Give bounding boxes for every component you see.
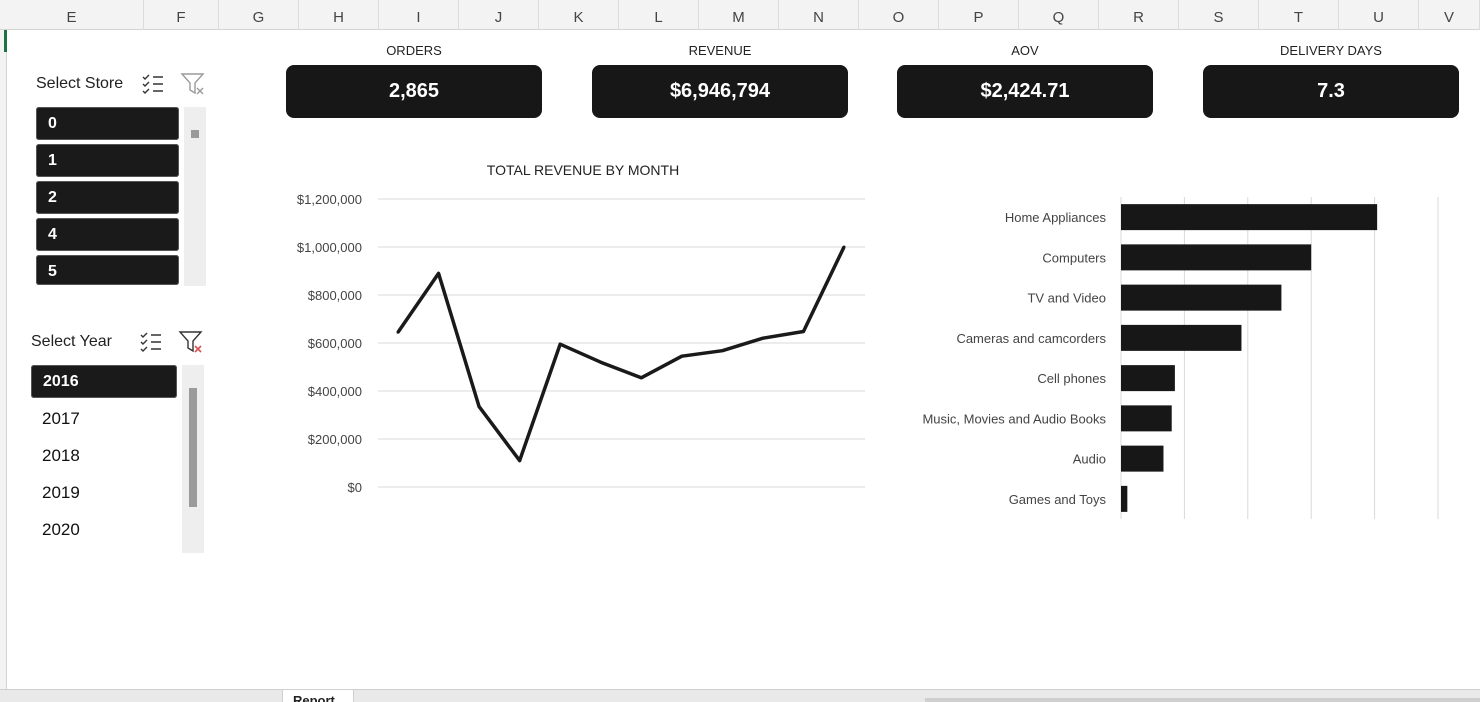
- year-slicer-title: Select Year: [31, 333, 112, 350]
- column-header-row: EFGHIJKLMNOPQRSTUV: [0, 0, 1480, 30]
- column-header-g[interactable]: G: [219, 0, 299, 30]
- category-label: TV and Video: [1027, 291, 1106, 306]
- column-header-j[interactable]: J: [459, 0, 539, 30]
- kpi-label: DELIVERY DAYS: [1280, 43, 1382, 58]
- clear-filter-icon[interactable]: [178, 329, 204, 355]
- column-header-f[interactable]: F: [144, 0, 219, 30]
- store-item[interactable]: 0: [36, 107, 179, 140]
- data-point[interactable]: [801, 329, 805, 333]
- column-header-i[interactable]: I: [379, 0, 459, 30]
- store-slicer-scrollbar[interactable]: [184, 107, 206, 286]
- category-bar[interactable]: [1121, 324, 1242, 351]
- data-point[interactable]: [477, 405, 481, 409]
- y-tick-label: $600,000: [308, 336, 362, 351]
- row-header-strip: [0, 30, 7, 690]
- clear-filter-icon[interactable]: [180, 71, 206, 97]
- horizontal-scrollbar[interactable]: [925, 698, 1480, 702]
- kpi-label: ORDERS: [386, 43, 442, 58]
- column-header-h[interactable]: H: [299, 0, 379, 30]
- category-bar[interactable]: [1121, 204, 1378, 231]
- column-header-e[interactable]: E: [0, 0, 144, 30]
- column-header-o[interactable]: O: [859, 0, 939, 30]
- category-bar[interactable]: [1121, 284, 1282, 311]
- kpi-label: AOV: [1011, 43, 1039, 58]
- year-item-selected[interactable]: 2016: [31, 365, 177, 398]
- sheet-tab-report[interactable]: Report: [282, 690, 354, 702]
- year-item[interactable]: 2020: [31, 513, 177, 546]
- data-point[interactable]: [720, 349, 724, 353]
- column-header-t[interactable]: T: [1259, 0, 1339, 30]
- column-header-u[interactable]: U: [1339, 0, 1419, 30]
- category-bar-chart[interactable]: Home Appliances Computers TV and Video Came…: [900, 185, 1460, 530]
- year-scroll-thumb[interactable]: [189, 388, 197, 507]
- y-tick-label: $1,200,000: [297, 192, 362, 207]
- revenue-series-line[interactable]: [396, 246, 846, 463]
- category-label: Music, Movies and Audio Books: [922, 411, 1106, 426]
- data-point[interactable]: [599, 360, 603, 364]
- category-bar[interactable]: [1121, 485, 1128, 512]
- category-bar[interactable]: [1121, 445, 1164, 472]
- kpi-label: REVENUE: [688, 43, 752, 58]
- multi-select-icon[interactable]: [140, 71, 166, 97]
- data-point[interactable]: [518, 459, 522, 463]
- data-point[interactable]: [639, 376, 643, 380]
- category-label: Home Appliances: [1005, 210, 1107, 225]
- category-label: Cell phones: [1037, 371, 1106, 386]
- store-item[interactable]: 1: [36, 144, 179, 177]
- data-point[interactable]: [396, 330, 400, 334]
- column-header-s[interactable]: S: [1179, 0, 1259, 30]
- column-header-q[interactable]: Q: [1019, 0, 1099, 30]
- category-bar[interactable]: [1121, 365, 1175, 392]
- column-header-p[interactable]: P: [939, 0, 1019, 30]
- y-tick-label: $200,000: [308, 432, 362, 447]
- column-header-n[interactable]: N: [779, 0, 859, 30]
- kpi-value: 7.3: [1203, 65, 1459, 118]
- year-item[interactable]: 2017: [31, 402, 177, 435]
- store-slicer-title: Select Store: [36, 75, 124, 92]
- category-label: Computers: [1042, 250, 1106, 265]
- line-chart-title: TOTAL REVENUE BY MONTH: [487, 162, 679, 178]
- store-item[interactable]: 5: [36, 255, 179, 285]
- kpi-value: $6,946,794: [592, 65, 848, 118]
- store-item[interactable]: 4: [36, 218, 179, 251]
- column-header-m[interactable]: M: [699, 0, 779, 30]
- column-header-l[interactable]: L: [619, 0, 699, 30]
- year-slicer-scrollbar[interactable]: [182, 365, 204, 553]
- data-point[interactable]: [842, 245, 846, 249]
- store-scroll-thumb[interactable]: [191, 130, 199, 138]
- y-tick-label: $400,000: [308, 384, 362, 399]
- year-item[interactable]: 2018: [31, 439, 177, 472]
- year-item[interactable]: 2019: [31, 476, 177, 509]
- column-header-v[interactable]: V: [1419, 0, 1480, 30]
- store-item[interactable]: 2: [36, 181, 179, 214]
- category-label: Cameras and camcorders: [956, 331, 1106, 346]
- data-point[interactable]: [437, 271, 441, 275]
- category-label: Audio: [1073, 452, 1106, 467]
- spreadsheet-window: EFGHIJKLMNOPQRSTUV Select Store 0 1 2 4 5 Se…: [0, 0, 1480, 702]
- data-point[interactable]: [761, 336, 765, 340]
- category-bar[interactable]: [1121, 244, 1312, 271]
- column-header-k[interactable]: K: [539, 0, 619, 30]
- column-header-r[interactable]: R: [1099, 0, 1179, 30]
- category-bar[interactable]: [1121, 405, 1172, 432]
- kpi-value: 2,865: [286, 65, 542, 118]
- data-point[interactable]: [680, 354, 684, 358]
- y-tick-label: $0: [348, 480, 362, 495]
- y-tick-label: $800,000: [308, 288, 362, 303]
- y-tick-label: $1,000,000: [297, 240, 362, 255]
- multi-select-icon[interactable]: [138, 329, 164, 355]
- active-row-marker: [4, 30, 7, 52]
- revenue-line-chart[interactable]: TOTAL REVENUE BY MONTH $0 $200,000 $400,000…: [280, 150, 880, 510]
- category-label: Games and Toys: [1009, 492, 1107, 507]
- kpi-value: $2,424.71: [897, 65, 1153, 118]
- data-point[interactable]: [558, 342, 562, 346]
